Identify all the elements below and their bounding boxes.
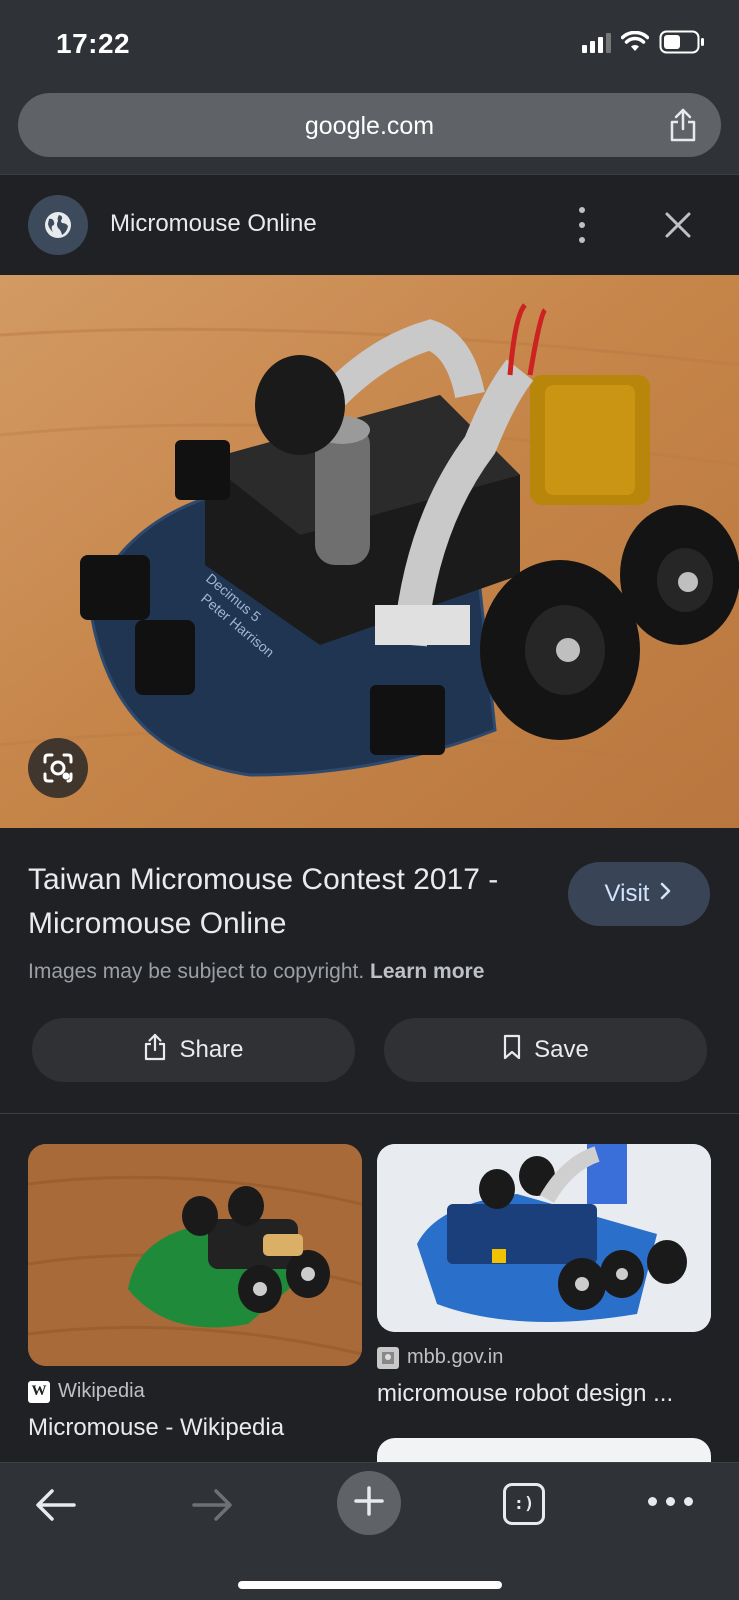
status-icons — [582, 30, 705, 54]
bottom-toolbar: :) — [0, 1462, 739, 1600]
visit-button[interactable]: Visit — [568, 862, 710, 926]
share-label: Share — [179, 1036, 244, 1063]
back-arrow-icon[interactable] — [34, 1487, 78, 1528]
bookmark-icon — [502, 1034, 522, 1067]
status-bar: 17:22 — [0, 0, 739, 85]
globe-icon — [28, 195, 88, 255]
wikipedia-icon: W — [28, 1380, 50, 1403]
save-button[interactable]: Save — [384, 1018, 707, 1082]
wifi-icon — [621, 31, 649, 53]
mbb-favicon-icon — [377, 1346, 399, 1369]
main-image[interactable]: Decimus 5 Peter Harrison — [0, 275, 739, 828]
copyright-text: Images may be subject to copyright. — [28, 960, 365, 983]
lens-icon[interactable] — [28, 738, 88, 798]
copyright-notice: Images may be subject to copyright. Lear… — [28, 960, 484, 984]
visit-label: Visit — [604, 880, 650, 907]
source-wikipedia[interactable]: W Wikipedia — [28, 1380, 145, 1403]
url-text[interactable]: google.com — [18, 112, 721, 141]
related-title-1[interactable]: Micromouse - Wikipedia — [28, 1414, 362, 1442]
cellular-signal-icon — [582, 31, 611, 53]
tab-switcher-icon[interactable]: :) — [503, 1483, 545, 1525]
site-name[interactable]: Micromouse Online — [110, 210, 317, 238]
source-label: Wikipedia — [58, 1380, 145, 1402]
forward-arrow-icon[interactable] — [190, 1487, 234, 1528]
share-icon — [143, 1033, 167, 1068]
close-icon[interactable] — [660, 207, 696, 243]
related-image-2[interactable] — [377, 1144, 711, 1332]
learn-more-link[interactable]: Learn more — [370, 960, 484, 983]
share-button[interactable]: Share — [32, 1018, 355, 1082]
divider — [0, 1113, 739, 1114]
status-time: 17:22 — [56, 28, 131, 59]
related-image-1[interactable] — [28, 1144, 362, 1366]
plus-icon — [352, 1484, 386, 1523]
source-label: mbb.gov.in — [407, 1346, 504, 1368]
more-vert-icon[interactable] — [570, 203, 594, 247]
share-icon[interactable] — [667, 107, 699, 143]
panel-header: Micromouse Online — [0, 175, 739, 275]
battery-icon — [659, 30, 705, 54]
related-title-2[interactable]: micromouse robot design ... — [377, 1380, 711, 1408]
new-tab-button[interactable] — [337, 1471, 401, 1535]
chevron-right-icon — [659, 880, 673, 908]
result-title[interactable]: Taiwan Micromouse Contest 2017 - Micromo… — [28, 858, 548, 946]
address-bar[interactable]: google.com — [18, 93, 721, 157]
source-mbb[interactable]: mbb.gov.in — [377, 1346, 503, 1369]
save-label: Save — [534, 1036, 589, 1063]
address-area: google.com — [0, 85, 739, 175]
more-horiz-icon[interactable] — [648, 1497, 693, 1506]
home-indicator[interactable] — [238, 1581, 502, 1589]
